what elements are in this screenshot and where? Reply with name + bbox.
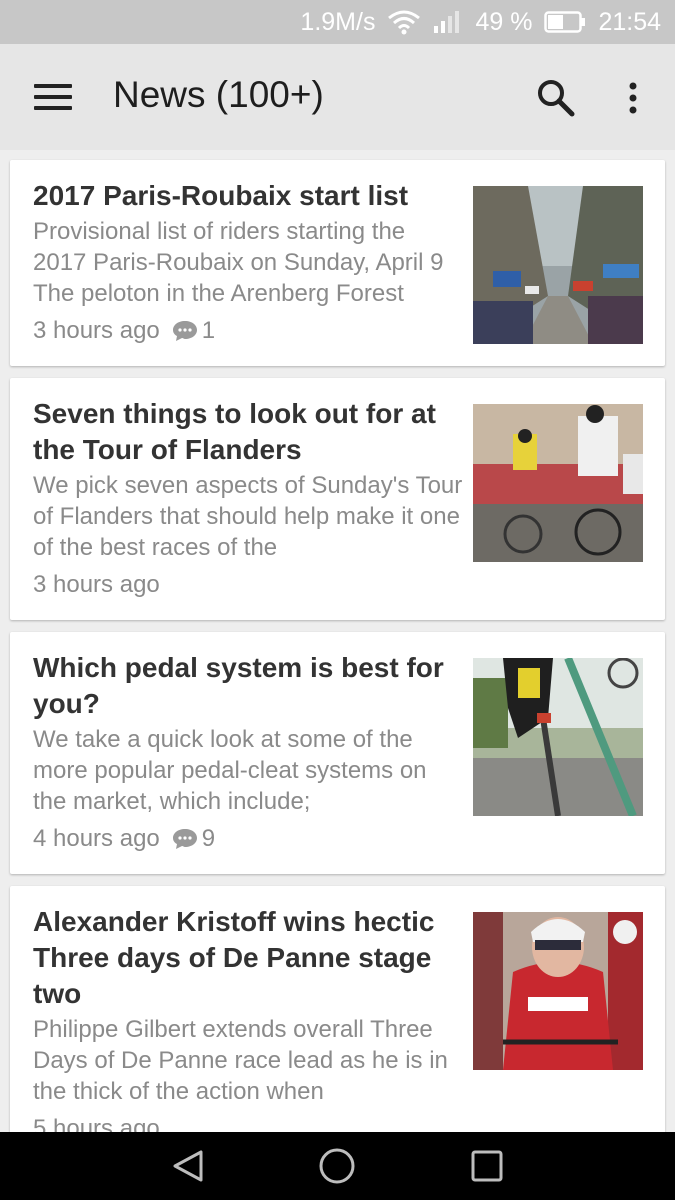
back-icon[interactable] [168,1146,208,1186]
article-thumbnail [473,404,643,562]
article-summary: We pick seven aspects of Sunday's Tour o… [33,472,463,561]
article-card[interactable]: Alexander Kristoff wins hectic Three day… [10,886,665,1132]
comment-count: 9 [172,825,215,853]
article-title: Alexander Kristoff wins hectic Three day… [33,906,435,1009]
battery-icon [544,11,586,33]
article-thumbnail [473,186,643,344]
article-summary: Provisional list of riders starting the … [33,218,444,307]
comment-count: 1 [172,317,215,345]
article-thumbnail [473,658,643,816]
article-time: 4 hours ago [33,825,160,852]
article-time: 3 hours ago [33,571,160,598]
article-meta: 5 hours ago [33,1113,463,1132]
menu-icon[interactable] [34,84,72,110]
article-card[interactable]: Which pedal system is best for you? We t… [10,632,665,874]
page-title: News (100+) [113,74,324,115]
battery-percent: 49 % [475,7,533,36]
wifi-icon [387,9,421,35]
article-card[interactable]: Seven things to look out for at the Tour… [10,378,665,620]
article-time: 3 hours ago [33,317,160,344]
article-title: 2017 Paris-Roubaix start list [33,180,409,211]
navigation-bar [0,1132,675,1200]
article-text: Alexander Kristoff wins hectic Three day… [33,904,463,1132]
signal-icon [433,10,463,34]
article-text: Which pedal system is best for you? We t… [33,650,463,855]
app-bar: News (100+) [0,44,675,150]
article-title: Seven things to look out for at the Tour… [33,398,436,465]
search-icon[interactable] [536,78,576,118]
article-card[interactable]: 2017 Paris-Roubaix start list Provisiona… [10,160,665,366]
article-meta: 4 hours ago 9 [33,823,463,855]
home-icon[interactable] [317,1146,357,1186]
article-text: 2017 Paris-Roubaix start list Provisiona… [33,178,463,347]
comment-icon [172,829,197,849]
network-speed: 1.9M/s [300,7,376,36]
more-vert-icon[interactable] [620,78,646,118]
article-text: Seven things to look out for at the Tour… [33,396,463,601]
article-meta: 3 hours ago 1 [33,315,463,347]
comment-icon [172,321,197,341]
article-time: 5 hours ago [33,1115,160,1132]
recents-icon[interactable] [467,1146,507,1186]
article-meta: 3 hours ago [33,569,463,601]
comment-count-value: 1 [201,317,216,344]
article-list[interactable]: 2017 Paris-Roubaix start list Provisiona… [0,150,675,1132]
clock: 21:54 [598,7,661,36]
article-summary: We take a quick look at some of the more… [33,726,427,815]
comment-count-value: 9 [201,825,216,852]
article-thumbnail [473,912,643,1070]
article-title: Which pedal system is best for you? [33,652,444,719]
status-bar: 1.9M/s 49 % 21:54 [0,0,675,44]
article-summary: Philippe Gilbert extends overall Three D… [33,1016,448,1105]
